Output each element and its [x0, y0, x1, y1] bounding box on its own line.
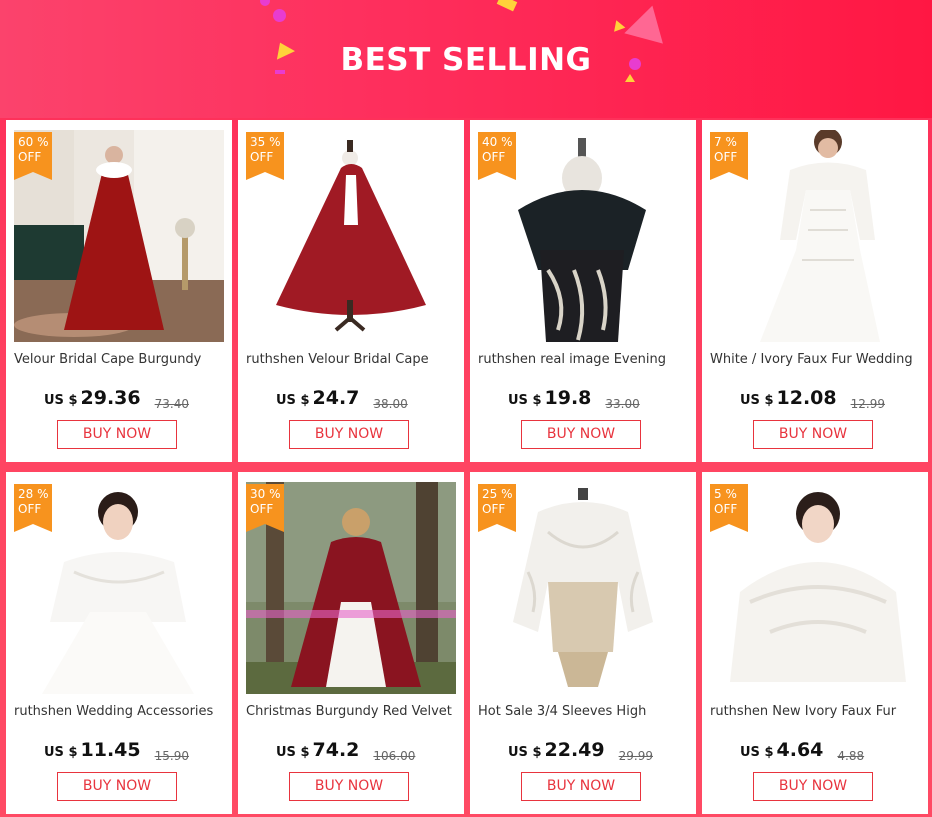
product-title[interactable]: ruthshen Velour Bridal Cape — [246, 352, 458, 367]
price-row: US $11.45 15.90 — [44, 739, 224, 765]
discount-badge: 5 % OFF — [710, 484, 748, 532]
product-title[interactable]: ruthshen New Ivory Faux Fur — [710, 704, 922, 719]
confetti-triangle — [624, 0, 672, 44]
product-card[interactable]: 5 % OFF ruthshen New Ivory Faux Fur US $… — [702, 472, 928, 814]
price-row: US $74.2 106.00 — [276, 739, 456, 765]
discount-badge: 60 % OFF — [14, 132, 52, 180]
price-row: US $12.08 12.99 — [740, 387, 920, 413]
buy-now-button[interactable]: BUY NOW — [289, 420, 409, 449]
price-value: 12.08 — [776, 387, 837, 409]
buy-now-button[interactable]: BUY NOW — [521, 420, 641, 449]
currency-label: US $ — [276, 393, 310, 408]
discount-badge: 28 % OFF — [14, 484, 52, 532]
discount-badge: 7 % OFF — [710, 132, 748, 180]
confetti-dot — [273, 9, 286, 22]
product-card[interactable]: 35 % OFF ruthshen Velour Bridal Cape US … — [238, 120, 464, 462]
old-price: 73.40 — [154, 397, 189, 411]
buy-now-button[interactable]: BUY NOW — [521, 772, 641, 801]
currency-label: US $ — [508, 745, 542, 760]
old-price: 38.00 — [373, 397, 408, 411]
old-price: 29.99 — [618, 749, 653, 763]
price-row: US $4.64 4.88 — [740, 739, 920, 765]
buy-now-button[interactable]: BUY NOW — [57, 772, 177, 801]
discount-badge: 30 % OFF — [246, 484, 284, 532]
confetti-dot — [260, 0, 270, 6]
price-row: US $29.36 73.40 — [44, 387, 224, 413]
product-title[interactable]: Hot Sale 3/4 Sleeves High — [478, 704, 690, 719]
price-value: 24.7 — [312, 387, 360, 409]
currency-label: US $ — [740, 745, 774, 760]
product-title[interactable]: Christmas Burgundy Red Velvet — [246, 704, 458, 719]
banner-title: BEST SELLING — [340, 42, 592, 78]
discount-badge: 25 % OFF — [478, 484, 516, 532]
price-value: 11.45 — [80, 739, 141, 761]
discount-badge: 40 % OFF — [478, 132, 516, 180]
product-card[interactable]: 28 % OFF ruthshen Wedding Accessories US… — [6, 472, 232, 814]
product-card[interactable]: 25 % OFF Hot Sale 3/4 Sleeves High US $2… — [470, 472, 696, 814]
buy-now-button[interactable]: BUY NOW — [57, 420, 177, 449]
product-title[interactable]: ruthshen Wedding Accessories — [14, 704, 226, 719]
old-price: 4.88 — [837, 749, 865, 763]
buy-now-button[interactable]: BUY NOW — [753, 772, 873, 801]
currency-label: US $ — [740, 393, 774, 408]
product-card[interactable]: 7 % OFF White / Ivory Faux Fur Wedding U… — [702, 120, 928, 462]
buy-now-button[interactable]: BUY NOW — [753, 420, 873, 449]
product-card[interactable]: 30 % OFF Christmas Burgundy Red Velvet U… — [238, 472, 464, 814]
old-price: 12.99 — [850, 397, 885, 411]
old-price: 15.90 — [154, 749, 189, 763]
product-title[interactable]: ruthshen real image Evening — [478, 352, 690, 367]
product-title[interactable]: Velour Bridal Cape Burgundy — [14, 352, 226, 367]
discount-badge: 35 % OFF — [246, 132, 284, 180]
price-value: 19.8 — [544, 387, 592, 409]
price-row: US $22.49 29.99 — [508, 739, 688, 765]
price-value: 74.2 — [312, 739, 360, 761]
confetti-triangle — [610, 18, 626, 32]
price-value: 4.64 — [776, 739, 824, 761]
currency-label: US $ — [276, 745, 310, 760]
price-row: US $19.8 33.00 — [508, 387, 688, 413]
product-card[interactable]: 40 % OFF ruthshen real image Evening US … — [470, 120, 696, 462]
banner: BEST SELLING — [0, 0, 932, 118]
product-title[interactable]: White / Ivory Faux Fur Wedding — [710, 352, 922, 367]
price-value: 29.36 — [80, 387, 141, 409]
buy-now-button[interactable]: BUY NOW — [289, 772, 409, 801]
product-card[interactable]: 60 % OFF Velour Bridal Cape Burgundy US … — [6, 120, 232, 462]
old-price: 33.00 — [605, 397, 640, 411]
confetti-shard — [496, 0, 518, 12]
currency-label: US $ — [44, 393, 78, 408]
price-value: 22.49 — [544, 739, 605, 761]
old-price: 106.00 — [373, 749, 416, 763]
currency-label: US $ — [508, 393, 542, 408]
currency-label: US $ — [44, 745, 78, 760]
price-row: US $24.7 38.00 — [276, 387, 456, 413]
